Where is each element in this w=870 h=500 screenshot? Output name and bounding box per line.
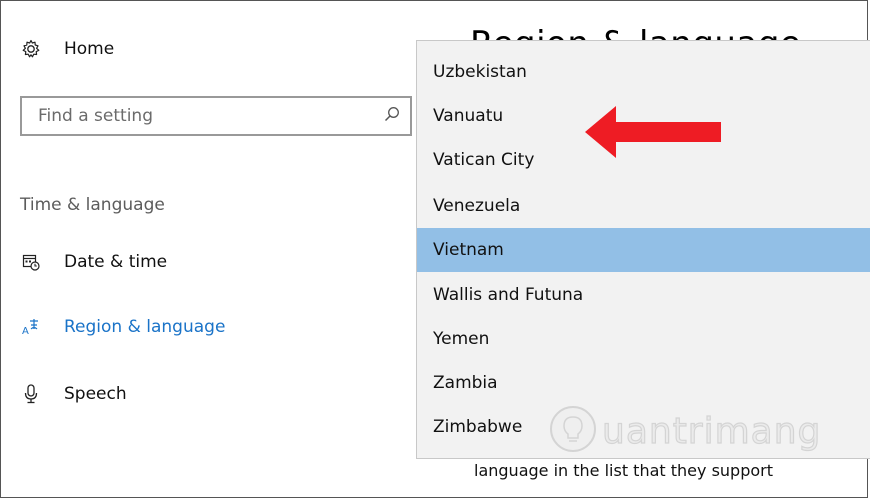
watermark: uantrimang (548, 404, 821, 458)
red-arrow-annotation (585, 106, 721, 158)
microphone-icon (20, 383, 42, 405)
sidebar-item-label: Region & language (64, 317, 226, 337)
sidebar-item-date-time[interactable]: Date & time (20, 251, 167, 273)
calendar-clock-icon (20, 251, 42, 273)
sidebar-item-region-language[interactable]: A Region & language (20, 316, 225, 338)
gear-icon (20, 38, 42, 60)
watermark-text: uantrimang (601, 410, 822, 452)
sidebar-item-label: Speech (64, 384, 127, 404)
sidebar-item-label: Date & time (64, 252, 168, 272)
search-placeholder: Find a setting (38, 106, 153, 126)
dropdown-option[interactable]: Yemen (417, 317, 870, 361)
body-text: language in the list that they support (474, 461, 773, 480)
dropdown-option[interactable]: Zambia (417, 361, 870, 405)
svg-text:A: A (22, 326, 29, 337)
dropdown-option-selected[interactable]: Vietnam (417, 228, 870, 272)
watermark-bulb-icon (548, 404, 598, 458)
sidebar-item-speech[interactable]: Speech (20, 383, 127, 405)
dropdown-option[interactable]: Venezuela (417, 184, 870, 228)
search-input[interactable]: Find a setting (20, 96, 412, 136)
section-label: Time & language (20, 195, 165, 215)
dropdown-option[interactable]: Wallis and Futuna (417, 273, 870, 317)
language-icon: A (20, 316, 42, 338)
home-label: Home (64, 39, 115, 59)
dropdown-option[interactable]: Uzbekistan (417, 50, 870, 94)
search-icon[interactable] (384, 106, 400, 126)
home-nav-item[interactable]: Home (20, 38, 114, 60)
